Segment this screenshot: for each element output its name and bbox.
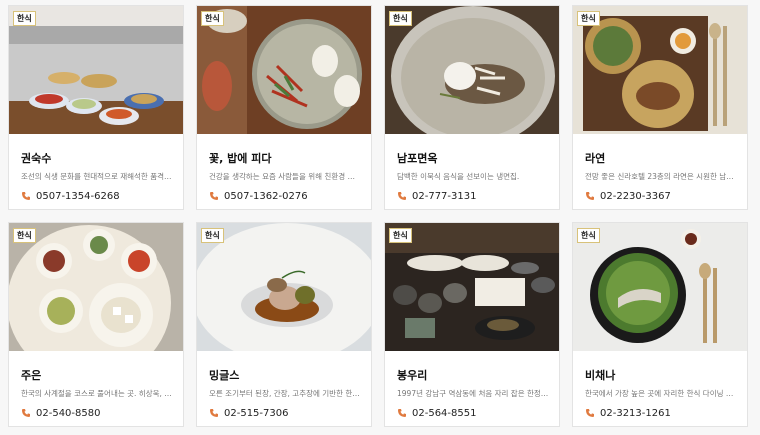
restaurant-description: 한국의 사계절을 코스로 풀어내는 곳. 히상욱, 장... (21, 389, 173, 398)
phone-row[interactable]: 02-2230-3367 (585, 189, 671, 203)
restaurant-card[interactable]: 한식 밍글스 오른 조기부터 된장, 간장, 고추장에 기반한 한국... 02… (196, 222, 372, 427)
restaurant-card[interactable]: 한식 주은 한국의 사계절을 코스로 풀어내는 곳. 히상욱, 장... 02-… (8, 222, 184, 427)
phone-icon (398, 192, 406, 200)
phone-number[interactable]: 0507-1354-6268 (36, 191, 120, 202)
restaurant-name[interactable]: 권숙수 (21, 150, 51, 166)
phone-row[interactable]: 02-564-8551 (397, 406, 476, 420)
phone-row[interactable]: 02-777-3131 (397, 189, 476, 203)
restaurant-description: 담백한 이북식 음식을 선보이는 냉면집. (397, 172, 520, 181)
restaurant-card[interactable]: 한식 라연 전망 좋은 신라호텔 23층의 라연은 시원한 남산 ... 02-… (572, 5, 748, 210)
phone-number[interactable]: 0507-1362-0276 (224, 191, 308, 202)
restaurant-description: 오른 조기부터 된장, 간장, 고추장에 기반한 한국... (209, 389, 361, 398)
category-badge: 한식 (577, 228, 600, 243)
restaurant-name[interactable]: 비채나 (585, 367, 615, 383)
phone-icon (398, 409, 406, 417)
phone-number[interactable]: 02-3213-1261 (600, 408, 671, 419)
restaurant-name[interactable]: 봉우리 (397, 367, 427, 383)
phone-icon (210, 409, 218, 417)
restaurant-name[interactable]: 주은 (21, 367, 41, 383)
category-badge: 한식 (389, 228, 412, 243)
phone-number[interactable]: 02-515-7306 (224, 408, 288, 419)
phone-row[interactable]: 02-3213-1261 (585, 406, 671, 420)
phone-number[interactable]: 02-540-8580 (36, 408, 100, 419)
phone-icon (22, 192, 30, 200)
phone-number[interactable]: 02-564-8551 (412, 408, 476, 419)
phone-icon (586, 192, 594, 200)
restaurant-description: 1997년 강남구 역삼동에 처음 자리 잡은 한정식당. (397, 389, 549, 398)
restaurant-card[interactable]: 한식 권숙수 조선의 식생 문화를 현대적으로 재해석한 품격 높... 050… (8, 5, 184, 210)
phone-row[interactable]: 02-515-7306 (209, 406, 288, 420)
phone-number[interactable]: 02-2230-3367 (600, 191, 671, 202)
category-badge: 한식 (13, 228, 36, 243)
restaurant-card[interactable]: 한식 남포면옥 담백한 이북식 음식을 선보이는 냉면집. 02-777-313… (384, 5, 560, 210)
restaurant-card[interactable]: 한식 꽃, 밥에 피다 건강을 생각하는 요즘 사람들을 위해 친환경 유기..… (196, 5, 372, 210)
restaurant-description: 한국에서 가장 높은 곳에 자리한 한식 다이닝 레스... (585, 389, 737, 398)
restaurant-name[interactable]: 꽃, 밥에 피다 (209, 150, 271, 166)
phone-row[interactable]: 02-540-8580 (21, 406, 100, 420)
category-badge: 한식 (201, 11, 224, 26)
restaurant-name[interactable]: 남포면옥 (397, 150, 437, 166)
phone-number[interactable]: 02-777-3131 (412, 191, 476, 202)
restaurant-description: 조선의 식생 문화를 현대적으로 재해석한 품격 높... (21, 172, 173, 181)
phone-row[interactable]: 0507-1354-6268 (21, 189, 120, 203)
restaurant-grid: 한식 권숙수 조선의 식생 문화를 현대적으로 재해석한 품격 높... 050… (0, 0, 760, 435)
restaurant-card[interactable]: 한식 비채나 한국에서 가장 높은 곳에 자리한 한식 다이닝 레스... 02… (572, 222, 748, 427)
restaurant-name[interactable]: 라연 (585, 150, 605, 166)
category-badge: 한식 (13, 11, 36, 26)
phone-icon (22, 409, 30, 417)
restaurant-description: 건강을 생각하는 요즘 사람들을 위해 친환경 유기... (209, 172, 361, 181)
category-badge: 한식 (389, 11, 412, 26)
restaurant-name[interactable]: 밍글스 (209, 367, 239, 383)
category-badge: 한식 (201, 228, 224, 243)
restaurant-description: 전망 좋은 신라호텔 23층의 라연은 시원한 남산 ... (585, 172, 737, 181)
phone-icon (586, 409, 594, 417)
restaurant-card[interactable]: 한식 봉우리 1997년 강남구 역삼동에 처음 자리 잡은 한정식당. 02-… (384, 222, 560, 427)
phone-icon (210, 192, 218, 200)
category-badge: 한식 (577, 11, 600, 26)
phone-row[interactable]: 0507-1362-0276 (209, 189, 308, 203)
